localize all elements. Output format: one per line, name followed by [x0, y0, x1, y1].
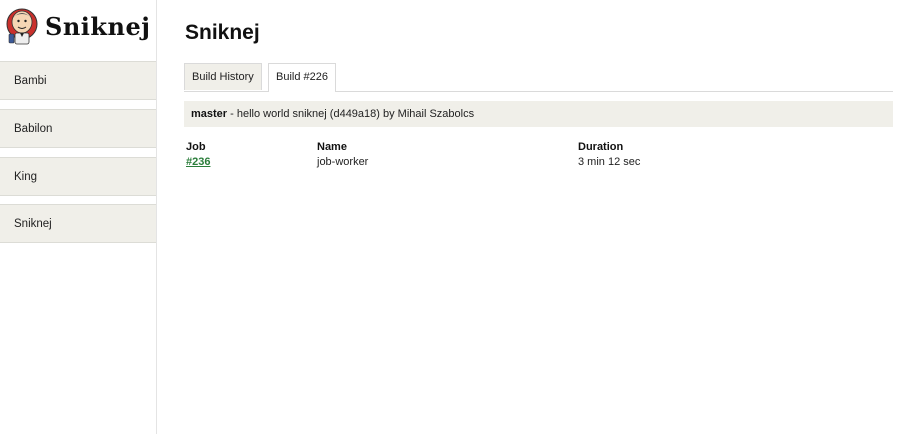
commit-summary: master - hello world sniknej (d449a18) b…: [184, 101, 893, 127]
branch-name: master: [191, 108, 228, 120]
sidebar-item-bambi[interactable]: Bambi: [0, 61, 156, 100]
sidebar-item-king[interactable]: King: [0, 157, 156, 196]
page-title: Sniknej: [185, 21, 260, 44]
job-name: job-worker: [317, 156, 369, 168]
sidebar-item-babilon[interactable]: Babilon: [0, 109, 156, 148]
tab-build-226[interactable]: Build #226: [268, 63, 336, 92]
commit-message: - hello world sniknej (d449a18) by Mihai…: [227, 108, 475, 120]
tab-bar: Build History Build #226: [184, 63, 893, 92]
app-logo[interactable]: Sniknej: [6, 6, 156, 50]
tab-build-history[interactable]: Build History: [184, 63, 262, 90]
job-link[interactable]: #236: [186, 156, 210, 168]
sidebar: Sniknej Bambi Babilon King Sniknej: [0, 0, 157, 434]
column-header-name: Name: [317, 141, 347, 153]
job-duration: 3 min 12 sec: [578, 156, 641, 168]
column-header-job: Job: [186, 141, 206, 153]
sidebar-item-sniknej[interactable]: Sniknej: [0, 204, 156, 243]
app-logo-text: Sniknej: [45, 12, 151, 41]
column-header-duration: Duration: [578, 141, 624, 153]
